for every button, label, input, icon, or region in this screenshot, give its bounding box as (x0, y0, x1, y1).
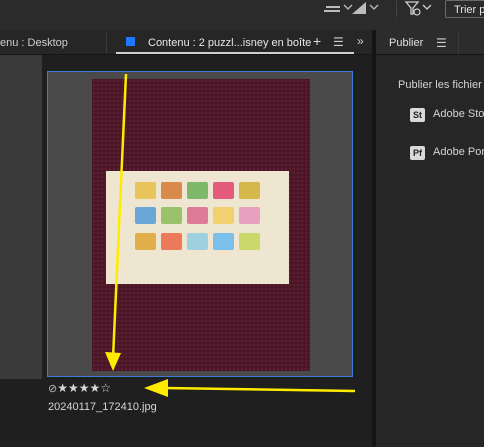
horizontal-arrow-line (163, 386, 356, 393)
horizontal-arrowhead (144, 379, 168, 397)
tab-publish[interactable]: Publier (389, 37, 423, 49)
publish-heading: Publier les fichier (398, 79, 482, 91)
publish-service-adobe-stock[interactable]: Adobe Sto (433, 108, 484, 120)
publish-menu-icon[interactable]: ☰ (436, 36, 447, 50)
vertical-arrowhead (105, 352, 121, 371)
tab-divider (458, 32, 459, 54)
publish-service-adobe-portfolio[interactable]: Adobe Por (433, 146, 484, 158)
vertical-arrow-line (111, 73, 128, 359)
publish-panel (376, 30, 484, 447)
adobe-stock-icon: St (410, 108, 425, 122)
adobe-portfolio-icon: Pf (410, 146, 425, 160)
